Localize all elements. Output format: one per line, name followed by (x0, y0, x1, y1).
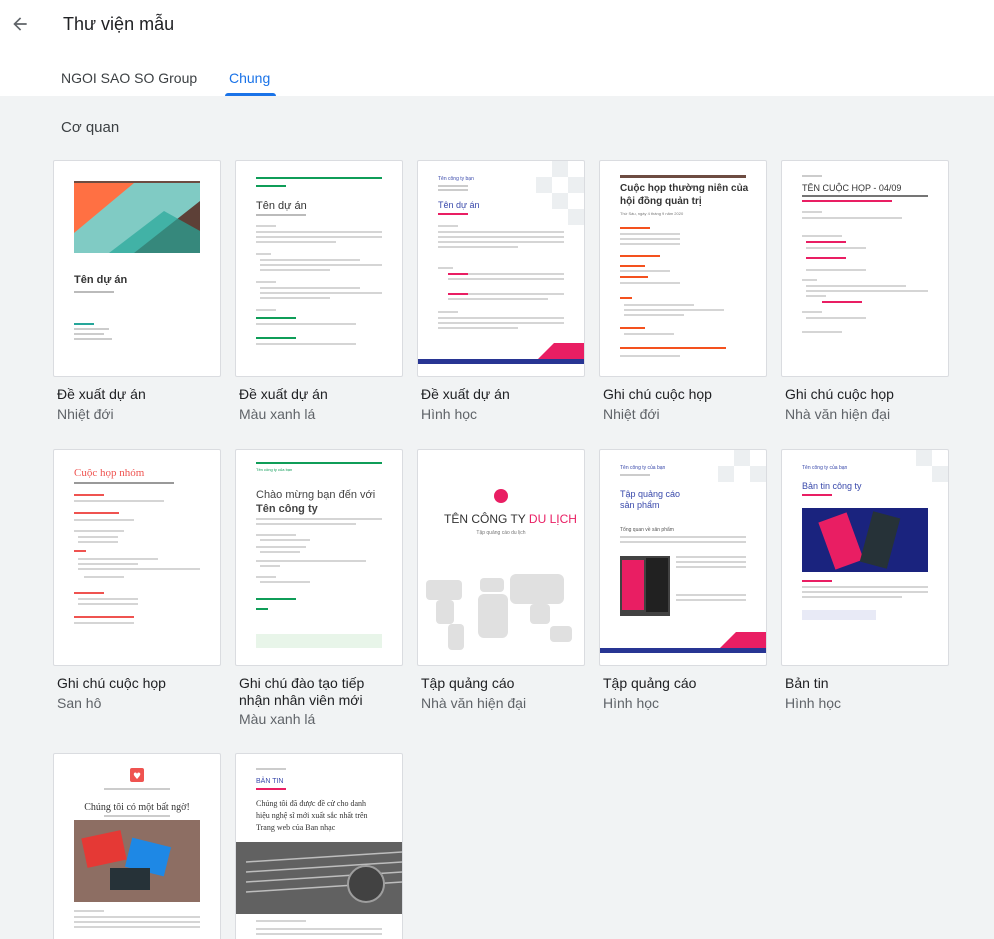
back-arrow-icon[interactable] (8, 12, 32, 36)
template-name: Tập quảng cáo (421, 675, 515, 691)
tab-general[interactable]: Chung (229, 70, 270, 86)
template-name: Tập quảng cáo (603, 675, 697, 691)
svg-text:Cuộc họp thường niên của: Cuộc họp thường niên của (620, 183, 749, 194)
green-proposal-preview: Tên dự án (256, 177, 382, 345)
template-thumbnail[interactable]: Tên dự án (235, 160, 403, 377)
preview-section: Tổng quan về sản phẩm (620, 526, 674, 533)
preview-company: Tên công ty bạn (438, 176, 474, 182)
onboarding-preview: Tên công ty của bạn Chào mừng bạn đến vớ… (256, 462, 382, 648)
preview-company: Tên công ty của bạn (256, 467, 292, 472)
preview-subtitle: Tập quảng cáo du lịch (476, 530, 525, 536)
template-style: Nhiệt đới (57, 406, 114, 422)
template-style: Màu xanh lá (239, 406, 316, 422)
modern-meeting-preview: TÊN CUỘC HỌP - 04/09 (802, 175, 928, 333)
band-newsletter-preview: BẢN TIN Chúng tôi đã được đề cử cho danh… (236, 768, 402, 935)
template-thumbnail[interactable]: Tên công ty bạn Tên dự án (417, 160, 585, 377)
template-name: Ghi chú cuộc họp (785, 386, 894, 402)
template-style: Hình học (603, 695, 660, 711)
template-name: Đề xuất dự án (57, 386, 146, 402)
template-thumbnail[interactable]: Tên công ty của bạn Tập quảng cáo sản ph… (599, 449, 767, 666)
svg-text:Trang web của Ban nhạc: Trang web của Ban nhạc (256, 823, 336, 832)
svg-text:TÊN CÔNG TY DU LỊCH: TÊN CÔNG TY DU LỊCH (444, 511, 577, 526)
preview-title: Bản tin công ty (802, 481, 862, 491)
template-thumbnail[interactable]: ♥ Chúng tôi có một bất ngờ! (53, 753, 221, 939)
svg-text:Chúng tôi đã được đề cử cho da: Chúng tôi đã được đề cử cho danh (256, 799, 366, 808)
template-style: Hình học (785, 695, 842, 711)
newsletter-preview: Tên công ty của bạn Bản tin công ty (802, 450, 948, 620)
preview-date: Thứ Sáu, ngày 4 tháng 9 năm 2020 (620, 211, 684, 216)
preview-company: Tên công ty của bạn (802, 464, 848, 471)
template-style: Hình học (421, 406, 478, 422)
template-thumbnail[interactable]: Tên công ty của bạn Chào mừng bạn đến vớ… (235, 449, 403, 666)
template-thumbnail[interactable]: TÊN CUỘC HỌP - 04/09 (781, 160, 949, 377)
preview-title: Cuộc họp nhóm (74, 467, 145, 479)
top-bar: Thư viện mẫu NGOI SAO SO Group Chung (0, 0, 994, 96)
preview-header: BẢN TIN (256, 776, 284, 785)
section-title: Cơ quan (61, 119, 120, 136)
active-tab-indicator (225, 93, 276, 96)
preview-title: TÊN CUỘC HỌP - 04/09 (802, 183, 901, 193)
tropical-meeting-preview: Cuộc họp thường niên của hội đồng quản t… (620, 175, 749, 357)
surprise-newsletter-preview: ♥ Chúng tôi có một bất ngờ! (74, 768, 200, 928)
template-thumbnail[interactable]: BẢN TIN Chúng tôi đã được đề cử cho danh… (235, 753, 403, 939)
template-name: Ghi chú đào tạo tiếp nhận nhân viên mới (239, 675, 365, 708)
template-thumbnail[interactable]: TÊN CÔNG TY DU LỊCH Tập quảng cáo du lịc… (417, 449, 585, 666)
svg-text:Tập quảng cáo: Tập quảng cáo (620, 489, 680, 499)
svg-text:Tên công ty: Tên công ty (256, 503, 319, 515)
svg-text:sản phẩm: sản phẩm (620, 500, 660, 510)
travel-brochure-preview: TÊN CÔNG TY DU LỊCH Tập quảng cáo du lịc… (426, 489, 577, 650)
template-thumbnail[interactable]: Cuộc họp thường niên của hội đồng quản t… (599, 160, 767, 377)
template-style: Nhà văn hiện đại (785, 406, 891, 422)
svg-text:hiệu nghệ sĩ mới xuất sắc nhất: hiệu nghệ sĩ mới xuất sắc nhất trên (256, 811, 368, 820)
product-brochure-preview: Tên công ty của bạn Tập quảng cáo sản ph… (600, 450, 766, 653)
template-style: Nhiệt đới (603, 406, 660, 422)
template-name: Đề xuất dự án (421, 386, 510, 402)
preview-company: Tên công ty của bạn (620, 464, 666, 471)
template-style: San hô (57, 695, 102, 711)
tropical-proposal-preview: Tên dự án (74, 181, 200, 340)
svg-text:Chào mừng bạn đến với: Chào mừng bạn đến với (256, 489, 375, 501)
tab-organization[interactable]: NGOI SAO SO Group (61, 70, 197, 86)
preview-title: Tên dự án (74, 274, 127, 286)
page-title: Thư viện mẫu (63, 14, 175, 34)
coral-meeting-preview: Cuộc họp nhóm (74, 467, 200, 624)
template-name: Ghi chú cuộc họp (603, 386, 712, 402)
template-thumbnail[interactable]: Tên công ty của bạn Bản tin công ty (781, 449, 949, 666)
template-name: Đề xuất dự án (239, 386, 328, 402)
svg-text:♥: ♥ (133, 772, 141, 782)
preview-title: Tên dự án (256, 200, 307, 212)
geometric-proposal-preview: Tên công ty bạn Tên dự án (418, 161, 584, 364)
template-style: Nhà văn hiện đại (421, 695, 527, 711)
template-thumbnail[interactable]: Tên dự án (53, 160, 221, 377)
template-style: Màu xanh lá (239, 711, 316, 727)
template-thumbnail[interactable]: Cuộc họp nhóm (53, 449, 221, 666)
preview-title: Chúng tôi có một bất ngờ! (84, 802, 190, 813)
preview-title: Tên dự án (438, 200, 480, 210)
svg-text:hội đồng quản trị: hội đồng quản trị (620, 195, 702, 207)
template-name: Ghi chú cuộc họp (57, 675, 166, 691)
template-name: Bản tin (785, 675, 829, 691)
